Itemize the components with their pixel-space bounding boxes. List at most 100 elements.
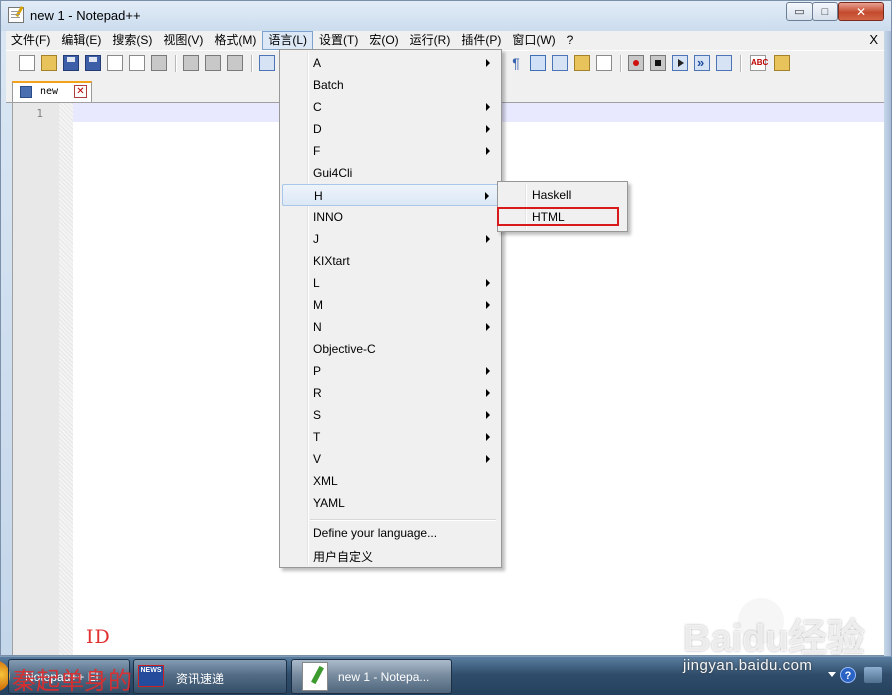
save-all-icon[interactable] [85,55,101,71]
language-menu-item-16[interactable]: S [282,404,499,426]
minimize-button[interactable]: ▭ [786,2,813,21]
language-menu-item-18[interactable]: V [282,448,499,470]
menu-item-2[interactable]: 搜索(S) [107,31,157,50]
language-menu-item-10[interactable]: L [282,272,499,294]
open-file-icon[interactable] [41,55,57,71]
menu-item-label: R [313,386,322,400]
language-menu-footer-item-1[interactable]: 用户自定义 [282,544,499,566]
menu-item-10[interactable]: 窗口(W) [507,31,560,50]
language-menu-item-8[interactable]: J [282,228,499,250]
menu-item-label: F [313,144,321,158]
close-icon: ✕ [855,4,867,19]
menu-item-8[interactable]: 运行(R) [405,31,456,50]
language-menu-item-2[interactable]: C [282,96,499,118]
menu-item-3[interactable]: 视图(V) [158,31,208,50]
run-macro-multiple-icon[interactable] [694,55,710,71]
language-menu-item-5[interactable]: Gui4Cli [282,162,499,184]
spellcheck-icon[interactable]: ABC [750,55,768,71]
language-menu-item-15[interactable]: R [282,382,499,404]
menu-item-label: H [314,189,323,203]
fold-margin[interactable] [59,103,73,655]
close-file-icon[interactable] [107,55,123,71]
save-macro-icon[interactable] [716,55,732,71]
submenu-item-haskell[interactable]: Haskell [500,184,625,206]
tab-close-icon[interactable]: ✕ [74,85,87,98]
menu-item-5[interactable]: 语言(L) [262,31,313,50]
menu-item-7[interactable]: 宏(O) [364,31,403,50]
language-menu-item-6[interactable]: H [282,184,499,206]
menu-item-1[interactable]: 编辑(E) [56,31,106,50]
close-window-button[interactable]: ✕ [838,2,884,21]
save-icon[interactable] [63,55,79,71]
language-menu-item-4[interactable]: F [282,140,499,162]
notepadpp-icon [302,662,328,691]
taskbar-button-label: new 1 - Notepa... [338,670,430,684]
language-menu-item-0[interactable]: A [282,52,499,74]
indent-guide-icon[interactable] [530,55,546,71]
menu-item-0[interactable]: 文件(F) [6,31,55,50]
paste-icon[interactable] [227,55,243,71]
language-menu-item-17[interactable]: T [282,426,499,448]
notepad-app-icon[interactable] [8,5,24,23]
menu-item-label: V [313,452,322,466]
tab-label: new [40,86,59,97]
language-menu-item-11[interactable]: M [282,294,499,316]
menu-item-4[interactable]: 格式(M) [209,31,261,50]
menu-item-6[interactable]: 设置(T) [314,31,363,50]
undo-icon[interactable] [259,55,275,71]
language-menu-item-13[interactable]: Objective-C [282,338,499,360]
menu-separator [310,519,496,521]
tray-expand-icon[interactable] [828,672,836,677]
language-menu-item-3[interactable]: D [282,118,499,140]
baidu-jingyan-logo: Baidu经验 [683,618,865,660]
taskbar-button-notepadpp[interactable]: new 1 - Notepa... [291,659,452,694]
menu-item-label: 用户自定义 [313,550,374,564]
language-menu-footer-item-0[interactable]: Define your language... [282,522,499,544]
cut-icon[interactable] [183,55,199,71]
language-menu-item-7[interactable]: INNO [282,206,499,228]
language-menu-item-9[interactable]: KIXtart [282,250,499,272]
menu-item-label: D [313,122,322,136]
tray-app-icon[interactable] [864,667,882,683]
playback-macro-icon[interactable] [672,55,688,71]
stop-recording-icon[interactable] [650,55,666,71]
menu-item-label: P [313,364,322,378]
new-file-icon[interactable] [19,55,35,71]
tab-new[interactable]: new ✕ [12,81,92,102]
title-bar[interactable]: new 1 - Notepad++ ▭ □ ✕ [1,1,891,31]
show-all-characters-icon[interactable]: ¶ [508,55,524,71]
overlay-mark: ID [86,626,111,648]
submenu-arrow-icon [486,59,490,67]
screen: new 1 - Notepad++ ▭ □ ✕ 文件(F) 编辑(E) 搜索(S) 视… [0,0,892,695]
language-menu-item-20[interactable]: YAML [282,492,499,514]
submenu-arrow-icon [486,147,490,155]
copy-icon[interactable] [205,55,221,71]
menu-item-9[interactable]: 插件(P) [456,31,506,50]
document-map-icon[interactable] [552,55,568,71]
language-menu-item-19[interactable]: XML [282,470,499,492]
record-macro-icon[interactable] [628,55,644,71]
close-all-icon[interactable] [129,55,145,71]
submenu-arrow-icon [486,301,490,309]
plugin-icon[interactable] [774,55,790,71]
submenu-arrow-icon [486,367,490,375]
folder-as-workspace-icon[interactable] [596,55,612,71]
language-menu-item-1[interactable]: Batch [282,74,499,96]
toolbar-separator [175,55,177,72]
close-document-button[interactable]: X [869,32,878,47]
language-menu-item-14[interactable]: P [282,360,499,382]
taskbar-button-news[interactable]: NEWS 资讯速递 [133,659,287,694]
menu-item-label: M [313,298,323,312]
menu-item-label: YAML [313,496,345,510]
function-list-icon[interactable] [574,55,590,71]
maximize-button[interactable]: □ [812,2,838,21]
menu-item-label: T [313,430,321,444]
menu-item-11[interactable]: ? [562,31,579,50]
submenu-arrow-icon [486,235,490,243]
submenu-arrow-icon [486,103,490,111]
help-icon[interactable]: ? [840,667,856,683]
author-watermark: 秦起单身的 [12,667,132,695]
print-icon[interactable] [151,55,167,71]
line-number-gutter: 1 [13,103,59,655]
language-menu-item-12[interactable]: N [282,316,499,338]
